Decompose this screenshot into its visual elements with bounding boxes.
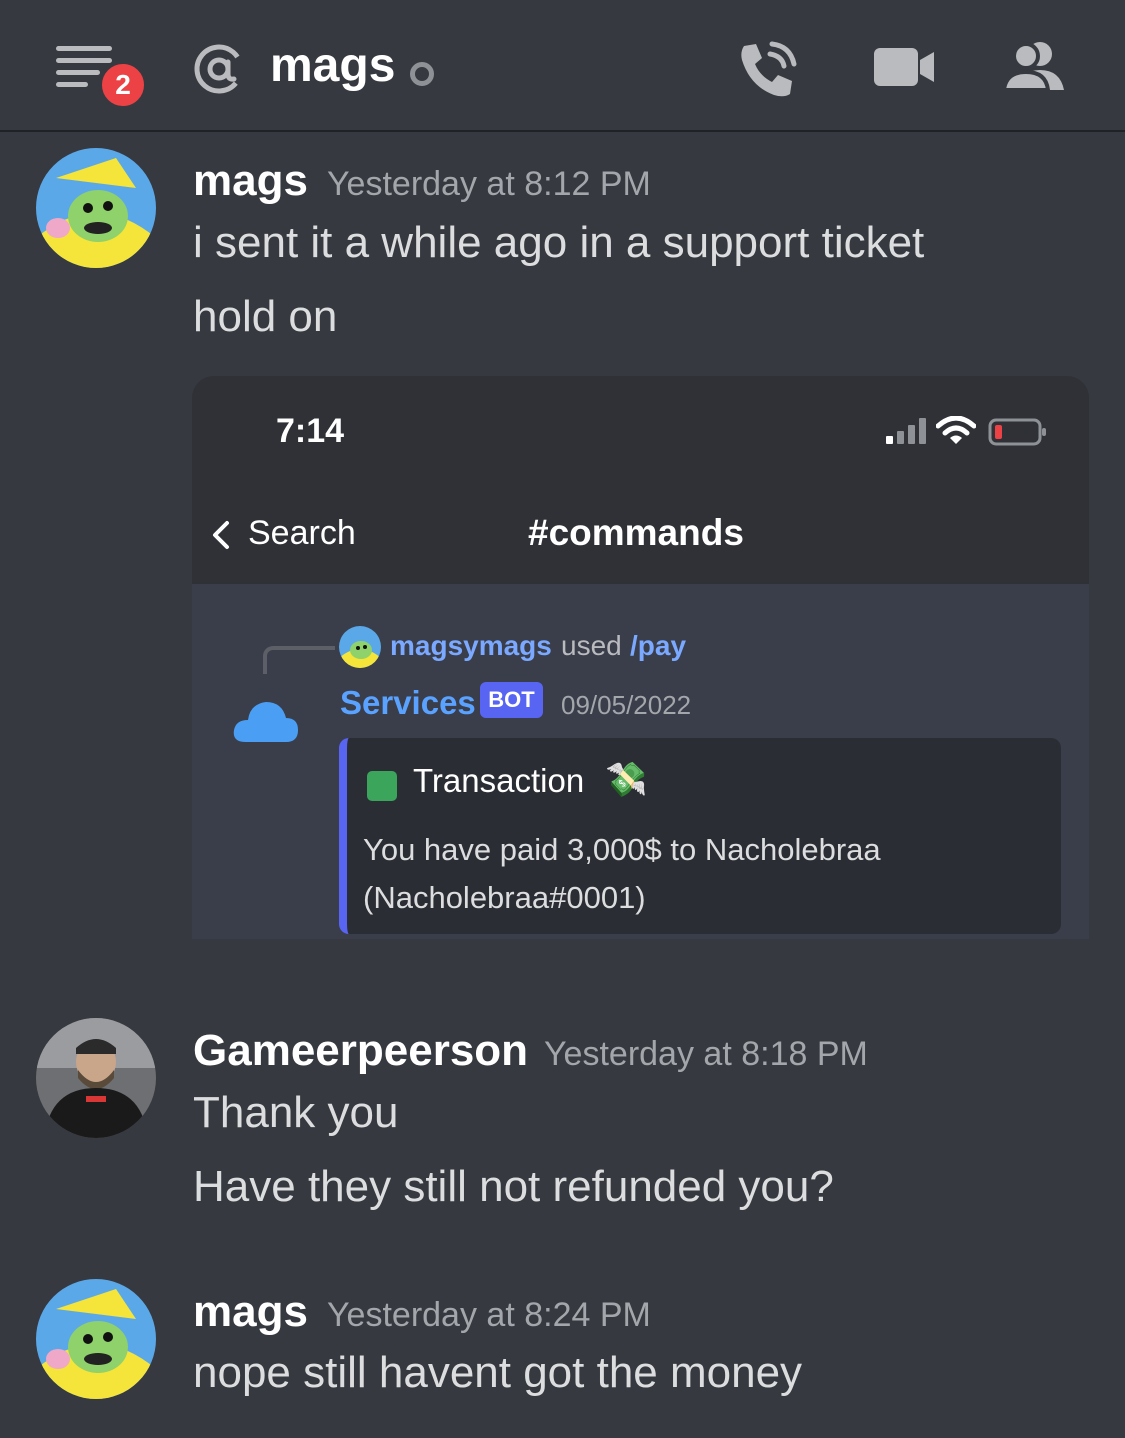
video-camera-icon[interactable] — [872, 44, 936, 90]
message-text: Have they still not refunded you? — [193, 1162, 834, 1211]
bot-tag: BOT — [480, 682, 543, 718]
message-author[interactable]: mags — [193, 1287, 308, 1337]
chevron-left-icon[interactable] — [210, 520, 232, 550]
reply-used-text: used — [561, 630, 622, 661]
status-dot-icon — [410, 62, 434, 86]
signal-icon — [886, 418, 926, 444]
bot-username: Services — [340, 684, 476, 721]
at-icon — [194, 44, 244, 94]
avatar[interactable] — [36, 1018, 156, 1138]
phone-channel-title: #commands — [528, 512, 744, 553]
message-text: nope still havent got the money — [193, 1348, 803, 1397]
reply-username: magsymags — [390, 630, 552, 661]
embed-description: You have paid 3,000$ to Nacholebraa (Nac… — [363, 826, 1043, 922]
message-timestamp: Yesterday at 8:24 PM — [327, 1296, 651, 1334]
money-with-wings-icon: 💸 — [605, 760, 648, 800]
message-text: Thank you — [193, 1088, 399, 1137]
embed-title: Transaction — [413, 762, 585, 799]
embed-line: (Nacholebraa#0001) — [363, 880, 646, 915]
embed-line: You have paid 3,000$ to Nacholebraa — [363, 832, 881, 867]
battery-icon — [988, 418, 1046, 446]
message-text: i sent it a while ago in a support ticke… — [193, 218, 925, 267]
image-attachment[interactable]: 7:14 Search #commands magsymags used /pa… — [192, 376, 1089, 939]
chat-header: 2 mags — [0, 0, 1125, 132]
avatar — [339, 626, 381, 668]
cloud-icon — [233, 702, 298, 742]
message-author[interactable]: mags — [193, 156, 308, 206]
message-author[interactable]: Gameerpeerson — [193, 1026, 528, 1076]
message-timestamp: 09/05/2022 — [561, 690, 692, 720]
wifi-icon — [936, 416, 976, 444]
receipt-icon — [367, 771, 397, 801]
members-icon[interactable] — [1002, 40, 1068, 92]
avatar[interactable] — [36, 1279, 156, 1399]
transaction-embed: Transaction 💸 You have paid 3,000$ to Na… — [339, 738, 1061, 934]
message-timestamp: Yesterday at 8:12 PM — [327, 165, 651, 203]
phone-call-icon[interactable] — [736, 38, 800, 100]
message-timestamp: Yesterday at 8:18 PM — [544, 1035, 868, 1073]
reply-connector — [263, 646, 335, 674]
back-button[interactable]: Search — [248, 514, 356, 553]
phone-clock: 7:14 — [276, 412, 345, 450]
channel-title: mags — [270, 39, 396, 92]
unread-badge: 2 — [98, 60, 148, 110]
reply-command: /pay — [630, 630, 687, 661]
message-text: hold on — [193, 292, 338, 341]
avatar[interactable] — [36, 148, 156, 268]
